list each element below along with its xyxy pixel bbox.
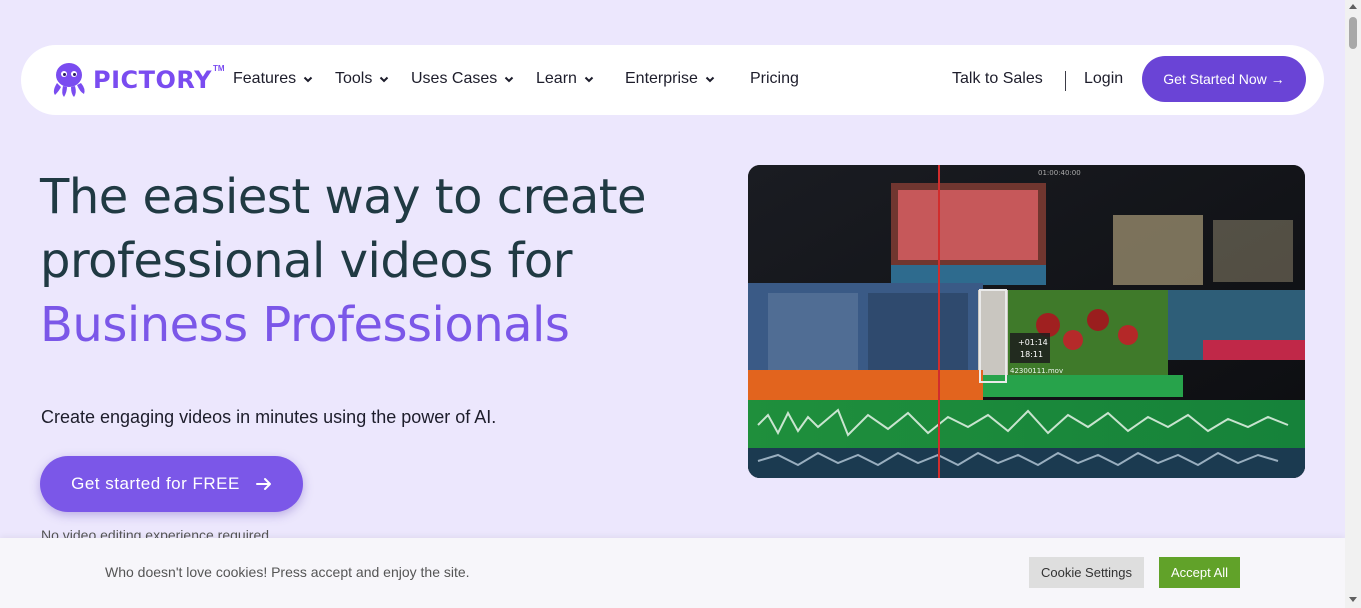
- login-link[interactable]: Login: [1084, 70, 1123, 88]
- nav-pricing-label: Pricing: [750, 70, 799, 87]
- nav-enterprise-label: Enterprise: [625, 70, 698, 87]
- accept-all-button[interactable]: Accept All: [1159, 557, 1240, 588]
- scroll-up-arrow-icon[interactable]: [1349, 4, 1357, 9]
- scrollbar-thumb[interactable]: [1349, 17, 1357, 49]
- get-started-free-label: Get started for FREE: [71, 474, 240, 493]
- nav-divider: [1065, 71, 1066, 91]
- nav-learn[interactable]: Learn: [536, 70, 594, 88]
- cookie-banner: Who doesn't love cookies! Press accept a…: [0, 538, 1345, 608]
- nav-enterprise[interactable]: Enterprise: [625, 70, 715, 88]
- navbar: PICTORY TM Features Tools Uses Cases Lea…: [21, 45, 1324, 115]
- nav-features[interactable]: Features: [233, 70, 313, 88]
- nav-features-label: Features: [233, 70, 297, 87]
- overlay-time-1: +01:14: [1018, 338, 1048, 347]
- get-started-free-button[interactable]: Get started for FREE: [40, 456, 303, 512]
- chevron-down-icon: [303, 76, 313, 83]
- hero-heading-accent: Business Professionals: [40, 297, 570, 353]
- scroll-down-arrow-icon[interactable]: [1349, 597, 1357, 602]
- hero-subtitle: Create engaging videos in minutes using …: [41, 407, 497, 427]
- nav-use-cases[interactable]: Uses Cases: [411, 70, 514, 88]
- brand-name: PICTORY: [93, 66, 212, 94]
- chevron-down-icon: [584, 76, 594, 83]
- cookie-settings-button[interactable]: Cookie Settings: [1029, 557, 1144, 588]
- nav-tools-label: Tools: [335, 70, 373, 87]
- hero-heading-line-2: professional videos for: [40, 233, 572, 289]
- video-timeline-illustration: 01:00:40:00 +01:14 18:11 42300111.mov: [748, 165, 1305, 478]
- trademark: TM: [212, 63, 225, 73]
- chevron-down-icon: [505, 76, 514, 83]
- hero-video-editor-image: 01:00:40:00 +01:14 18:11 42300111.mov: [748, 165, 1305, 478]
- chevron-down-icon: [705, 76, 715, 83]
- clip-name: 42300111.mov: [1010, 367, 1063, 375]
- cookie-message: Who doesn't love cookies! Press accept a…: [105, 564, 470, 580]
- nav-learn-label: Learn: [536, 70, 577, 87]
- nav-pricing[interactable]: Pricing: [750, 70, 799, 88]
- timecode-top: 01:00:40:00: [1038, 169, 1081, 177]
- page: PICTORY TM Features Tools Uses Cases Lea…: [0, 0, 1345, 608]
- arrow-right-icon: [255, 478, 271, 490]
- octopus-logo-icon: [53, 63, 85, 97]
- overlay-time-2: 18:11: [1020, 350, 1043, 359]
- get-started-now-button[interactable]: Get Started Now →: [1142, 56, 1306, 102]
- nav-tools[interactable]: Tools: [335, 70, 389, 88]
- hero-heading-line-1: The easiest way to create: [40, 169, 647, 225]
- nav-use-cases-label: Uses Cases: [411, 70, 498, 87]
- page-scrollbar[interactable]: [1345, 0, 1361, 608]
- logo[interactable]: PICTORY TM: [49, 61, 225, 99]
- chevron-down-icon: [380, 76, 389, 83]
- talk-to-sales-link[interactable]: Talk to Sales: [952, 70, 1043, 88]
